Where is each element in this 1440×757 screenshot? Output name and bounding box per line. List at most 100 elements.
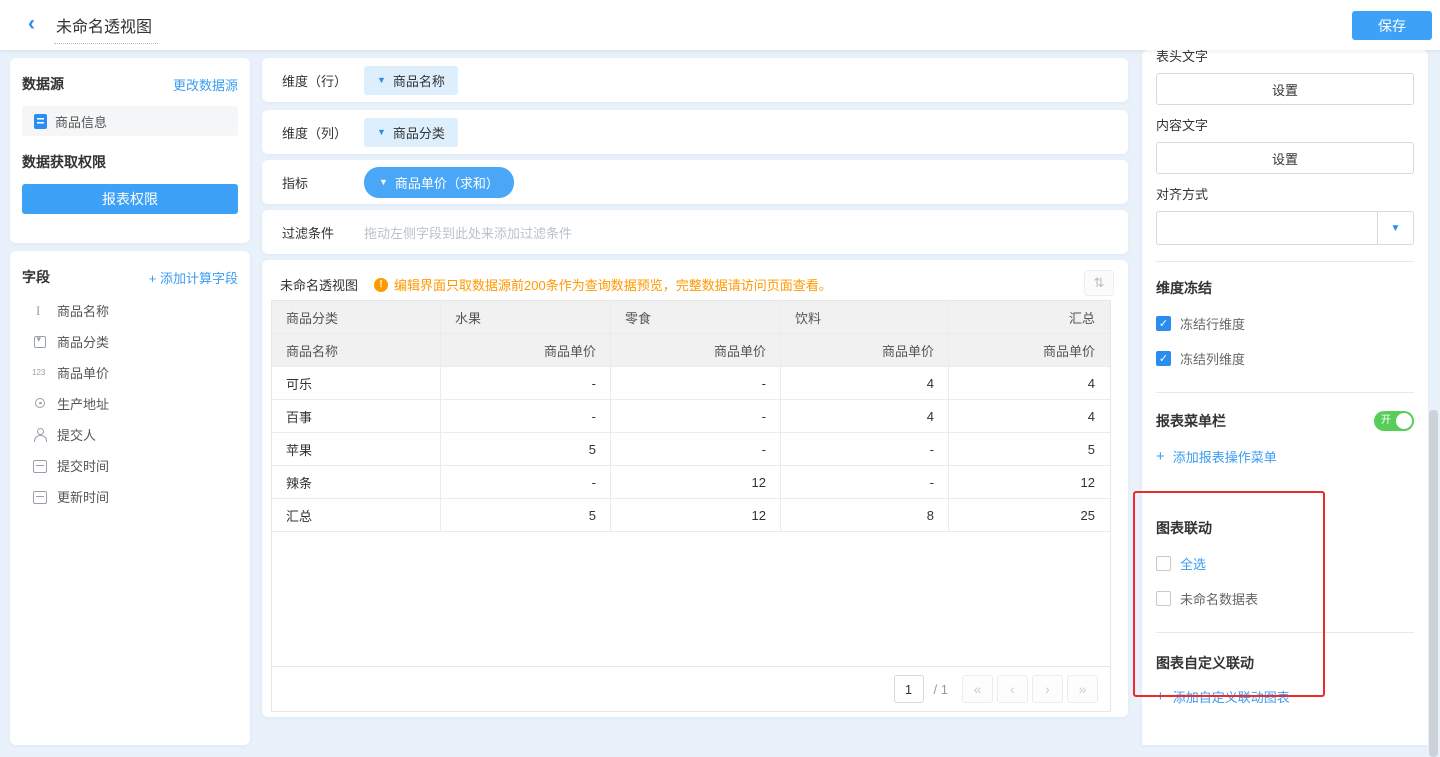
field-item[interactable]: 提交时间 bbox=[22, 450, 238, 481]
align-select[interactable]: ▼ bbox=[1156, 211, 1414, 245]
divider bbox=[1156, 392, 1414, 393]
select-all-checkbox-row[interactable]: 全选 bbox=[1156, 554, 1414, 573]
report-permission-button[interactable]: 报表权限 bbox=[22, 184, 238, 214]
table-cell: 12 bbox=[949, 466, 1109, 498]
text-field-icon bbox=[32, 303, 48, 319]
field-label: 商品单价 bbox=[57, 363, 109, 382]
table-cell: 4 bbox=[781, 400, 949, 432]
field-label: 提交人 bbox=[57, 425, 96, 444]
row-dimension-row: 维度（行） ▼ 商品名称 bbox=[262, 58, 1128, 102]
content-text-settings-button[interactable]: 设置 bbox=[1156, 142, 1414, 174]
caret-down-icon: ▼ bbox=[1377, 212, 1413, 244]
datasource-item[interactable]: 商品信息 bbox=[22, 106, 238, 136]
freeze-col-checkbox[interactable]: ✓ bbox=[1156, 351, 1171, 366]
save-button[interactable]: 保存 bbox=[1352, 11, 1432, 40]
location-field-icon bbox=[32, 396, 48, 412]
content-text-label: 内容文字 bbox=[1156, 115, 1414, 134]
top-bar: ‹ 未命名透视图 保存 bbox=[0, 0, 1440, 50]
table-cell: 5 bbox=[949, 433, 1109, 465]
metric-row: 指标 ▼ 商品单价（求和） bbox=[262, 160, 1128, 204]
table-cell: 4 bbox=[949, 400, 1109, 432]
table-row: 汇总512825 bbox=[272, 499, 1110, 532]
table-cell: - bbox=[781, 466, 949, 498]
back-icon[interactable]: ‹ bbox=[28, 12, 35, 36]
preview-warning: ! 编辑界面只取数据源前200条作为查询数据预览，完整数据请访问页面查看。 bbox=[374, 275, 832, 294]
col-dimension-label: 维度（列） bbox=[282, 123, 364, 142]
field-item[interactable]: 提交人 bbox=[22, 419, 238, 450]
header-text-settings-button[interactable]: 设置 bbox=[1156, 73, 1414, 105]
dataset-checkbox-row[interactable]: 未命名数据表 bbox=[1156, 589, 1414, 608]
table-cell: - bbox=[441, 400, 611, 432]
last-page-icon[interactable]: » bbox=[1067, 675, 1098, 703]
add-calculated-field-link[interactable]: + 添加计算字段 bbox=[149, 268, 238, 287]
align-label: 对齐方式 bbox=[1156, 184, 1414, 203]
datasource-card: 数据源 更改数据源 商品信息 数据获取权限 报表权限 bbox=[10, 58, 250, 243]
warning-icon: ! bbox=[374, 278, 388, 292]
col-dimension-tag[interactable]: ▼ 商品分类 bbox=[364, 118, 458, 147]
table-cell: 4 bbox=[781, 367, 949, 399]
settings-panel: 表头文字 设置 内容文字 设置 对齐方式 ▼ 维度冻结 ✓ 冻结行维度 ✓ 冻结… bbox=[1142, 50, 1428, 745]
select-all-label: 全选 bbox=[1180, 554, 1206, 573]
filter-label: 过滤条件 bbox=[282, 223, 364, 242]
row-dimension-tag[interactable]: ▼ 商品名称 bbox=[364, 66, 458, 95]
freeze-col-checkbox-row[interactable]: ✓ 冻结列维度 bbox=[1156, 349, 1414, 368]
add-report-menu-link[interactable]: + 添加报表操作菜单 bbox=[1156, 447, 1414, 466]
table-header-cell: 零食 bbox=[611, 301, 781, 333]
table-header-row: 商品分类水果零食饮料汇总 bbox=[272, 301, 1110, 334]
table-cell: 25 bbox=[949, 499, 1109, 531]
person-field-icon bbox=[32, 427, 48, 443]
datasource-name: 商品信息 bbox=[55, 112, 107, 131]
table-cell: 可乐 bbox=[272, 367, 441, 399]
filter-dropzone[interactable]: 拖动左侧字段到此处来添加过滤条件 bbox=[364, 223, 572, 242]
document-icon bbox=[34, 114, 47, 129]
field-item[interactable]: 商品单价 bbox=[22, 357, 238, 388]
table-cell: 百事 bbox=[272, 400, 441, 432]
table-header-cell: 商品单价 bbox=[949, 334, 1109, 366]
fields-section-title: 字段 bbox=[22, 267, 50, 287]
table-cell: 4 bbox=[949, 367, 1109, 399]
metric-label: 指标 bbox=[282, 173, 364, 192]
table-header-cell: 汇总 bbox=[949, 301, 1109, 333]
next-page-icon[interactable]: › bbox=[1032, 675, 1063, 703]
report-menu-toggle[interactable]: 开 bbox=[1374, 411, 1414, 431]
pagination-bar: / 1 « ‹ › » bbox=[272, 666, 1110, 711]
metric-tag[interactable]: ▼ 商品单价（求和） bbox=[364, 167, 514, 198]
field-label: 更新时间 bbox=[57, 487, 109, 506]
field-item[interactable]: 生产地址 bbox=[22, 388, 238, 419]
table-cell: - bbox=[611, 433, 781, 465]
field-item[interactable]: 商品名称 bbox=[22, 295, 238, 326]
number-field-icon bbox=[32, 365, 48, 381]
date-field-icon bbox=[32, 458, 48, 474]
field-item[interactable]: 商品分类 bbox=[22, 326, 238, 357]
caret-down-icon: ▼ bbox=[377, 75, 386, 85]
table-row: 辣条-12-12 bbox=[272, 466, 1110, 499]
dataset-checkbox[interactable] bbox=[1156, 591, 1171, 606]
header-text-label: 表头文字 bbox=[1156, 50, 1414, 65]
freeze-row-checkbox[interactable]: ✓ bbox=[1156, 316, 1171, 331]
table-header-row: 商品名称商品单价商品单价商品单价商品单价 bbox=[272, 334, 1110, 367]
table-header-cell: 商品单价 bbox=[611, 334, 781, 366]
panel-scrollbar[interactable] bbox=[1429, 410, 1438, 757]
field-item[interactable]: 更新时间 bbox=[22, 481, 238, 512]
prev-page-icon[interactable]: ‹ bbox=[997, 675, 1028, 703]
table-header-cell: 商品名称 bbox=[272, 334, 441, 366]
add-custom-linkage-link[interactable]: + 添加自定义联动图表 bbox=[1156, 687, 1414, 706]
first-page-icon[interactable]: « bbox=[962, 675, 993, 703]
select-all-checkbox[interactable] bbox=[1156, 556, 1171, 571]
divider bbox=[1156, 632, 1414, 633]
page-number-input[interactable] bbox=[894, 675, 924, 703]
chart-linkage-title: 图表联动 bbox=[1156, 518, 1414, 538]
change-datasource-link[interactable]: 更改数据源 bbox=[173, 75, 238, 94]
table-header-cell: 饮料 bbox=[781, 301, 949, 333]
table-row: 苹果5--5 bbox=[272, 433, 1110, 466]
date-field-icon bbox=[32, 489, 48, 505]
data-permission-title: 数据获取权限 bbox=[22, 152, 238, 172]
freeze-row-checkbox-row[interactable]: ✓ 冻结行维度 bbox=[1156, 314, 1414, 333]
table-cell: - bbox=[611, 400, 781, 432]
sort-icon[interactable]: ⇅ bbox=[1084, 270, 1114, 296]
row-dimension-label: 维度（行） bbox=[282, 71, 364, 90]
table-header-cell: 商品单价 bbox=[781, 334, 949, 366]
dataset-label: 未命名数据表 bbox=[1180, 589, 1258, 608]
plus-icon: + bbox=[1156, 688, 1165, 705]
page-title[interactable]: 未命名透视图 bbox=[54, 13, 158, 44]
